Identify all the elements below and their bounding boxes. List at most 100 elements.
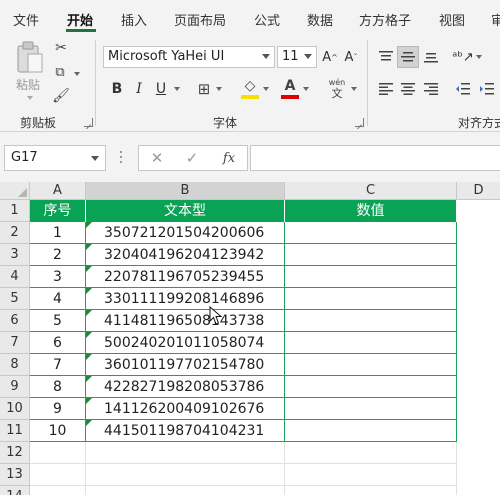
tab-data[interactable]: 数据 xyxy=(307,10,333,29)
empty-cell[interactable] xyxy=(30,464,86,486)
cell-number[interactable] xyxy=(285,310,457,332)
cell-seq[interactable]: 3 xyxy=(30,266,86,288)
cell-seq[interactable]: 4 xyxy=(30,288,86,310)
table-header-cell[interactable]: 数值 xyxy=(285,200,457,222)
empty-cell[interactable] xyxy=(285,442,457,464)
font-color-icon[interactable]: A xyxy=(281,78,299,94)
cell-text[interactable]: 141126200409102676 xyxy=(86,398,285,420)
cell-seq[interactable]: 5 xyxy=(30,310,86,332)
tab-formulas[interactable]: 公式 xyxy=(254,10,280,29)
empty-cell[interactable] xyxy=(86,464,285,486)
cell-text[interactable]: 350721201504200606 xyxy=(86,222,285,244)
cell-text[interactable]: 441501198704104231 xyxy=(86,420,285,442)
cell-number[interactable] xyxy=(285,288,457,310)
row-header[interactable]: 1 xyxy=(0,200,30,222)
fill-color-dropdown-icon[interactable] xyxy=(263,87,269,91)
row-header[interactable]: 4 xyxy=(0,266,30,288)
cell-text[interactable]: 411481196508143738 xyxy=(86,310,285,332)
orientation-dropdown-icon[interactable] xyxy=(476,55,482,59)
cell-number[interactable] xyxy=(285,420,457,442)
align-center-button[interactable] xyxy=(397,78,419,100)
orientation-button[interactable]: ᵃᵇ↗ xyxy=(452,46,474,68)
row-header[interactable]: 5 xyxy=(0,288,30,310)
underline-dropdown-icon[interactable] xyxy=(174,87,180,91)
cell-text[interactable]: 500240201011058074 xyxy=(86,332,285,354)
tab-view[interactable]: 视图 xyxy=(439,10,465,29)
cell-number[interactable] xyxy=(285,354,457,376)
empty-cell[interactable] xyxy=(285,486,457,495)
align-top-button[interactable] xyxy=(375,46,397,68)
cancel-icon[interactable]: ✕ xyxy=(149,150,165,166)
bold-button[interactable]: B xyxy=(106,78,128,100)
tab-page-layout[interactable]: 页面布局 xyxy=(174,10,226,29)
clipboard-launcher-icon[interactable] xyxy=(84,118,93,127)
row-header[interactable]: 14 xyxy=(0,486,30,495)
fill-color-icon[interactable]: ◇ xyxy=(241,78,259,94)
cell-text[interactable]: 330111199208146896 xyxy=(86,288,285,310)
formula-input[interactable] xyxy=(250,145,500,171)
cell-number[interactable] xyxy=(285,222,457,244)
row-header[interactable]: 6 xyxy=(0,310,30,332)
cell-seq[interactable]: 6 xyxy=(30,332,86,354)
table-header-cell[interactable]: 文本型 xyxy=(86,200,285,222)
name-box[interactable]: G17 xyxy=(4,145,106,171)
empty-cell[interactable] xyxy=(285,464,457,486)
tab-review[interactable]: 审 xyxy=(491,10,500,29)
tab-fangfang[interactable]: 方方格子 xyxy=(359,10,411,29)
cell-number[interactable] xyxy=(285,244,457,266)
column-header-b[interactable]: B xyxy=(86,182,285,200)
row-header[interactable]: 13 xyxy=(0,464,30,486)
border-dropdown-icon[interactable] xyxy=(216,87,222,91)
empty-cell[interactable] xyxy=(30,486,86,495)
copy-icon[interactable]: ⧉ xyxy=(52,64,68,80)
cell-seq[interactable]: 7 xyxy=(30,354,86,376)
cell-seq[interactable]: 9 xyxy=(30,398,86,420)
align-bottom-button[interactable] xyxy=(420,46,442,68)
increase-font-size-button[interactable]: A ^ xyxy=(319,46,341,68)
row-header[interactable]: 8 xyxy=(0,354,30,376)
cell-seq[interactable]: 10 xyxy=(30,420,86,442)
tab-home[interactable]: 开始 xyxy=(67,10,93,29)
cell-seq[interactable]: 2 xyxy=(30,244,86,266)
empty-cell[interactable] xyxy=(86,442,285,464)
select-all-button[interactable] xyxy=(0,182,30,200)
cell-text[interactable]: 360101197702154780 xyxy=(86,354,285,376)
row-header[interactable]: 3 xyxy=(0,244,30,266)
drag-handle-icon[interactable] xyxy=(120,151,123,165)
font-name-select[interactable]: Microsoft YaHei UI xyxy=(103,46,275,68)
align-middle-button[interactable] xyxy=(397,46,419,68)
font-size-select[interactable]: 11 xyxy=(277,46,317,68)
tab-file[interactable]: 文件 xyxy=(13,10,39,29)
table-header-cell[interactable]: 序号 xyxy=(30,200,86,222)
cell-number[interactable] xyxy=(285,332,457,354)
tab-insert[interactable]: 插入 xyxy=(121,10,147,29)
phonetic-dropdown-icon[interactable] xyxy=(351,87,357,91)
cell-number[interactable] xyxy=(285,266,457,288)
row-header[interactable]: 12 xyxy=(0,442,30,464)
cell-text[interactable]: 220781196705239455 xyxy=(86,266,285,288)
paste-button[interactable]: 粘贴 xyxy=(12,40,48,106)
align-left-button[interactable] xyxy=(375,78,397,100)
decrease-indent-button[interactable] xyxy=(452,78,474,100)
row-header[interactable]: 7 xyxy=(0,332,30,354)
phonetic-guide-button[interactable]: wén 文 xyxy=(326,78,348,102)
cell-text[interactable]: 422827198208053786 xyxy=(86,376,285,398)
font-color-dropdown-icon[interactable] xyxy=(303,87,309,91)
increase-indent-button[interactable] xyxy=(476,78,498,100)
row-header[interactable]: 11 xyxy=(0,420,30,442)
format-painter-icon[interactable]: 🖌 xyxy=(52,88,70,104)
column-header-a[interactable]: A xyxy=(30,182,86,200)
empty-cell[interactable] xyxy=(86,486,285,495)
row-header[interactable]: 2 xyxy=(0,222,30,244)
row-header[interactable]: 9 xyxy=(0,376,30,398)
empty-cell[interactable] xyxy=(30,442,86,464)
cell-seq[interactable]: 1 xyxy=(30,222,86,244)
font-launcher-icon[interactable] xyxy=(355,118,364,127)
cut-icon[interactable]: ✂ xyxy=(53,40,69,56)
row-header[interactable]: 10 xyxy=(0,398,30,420)
decrease-font-size-button[interactable]: Aˇ xyxy=(340,46,362,68)
enter-icon[interactable]: ✓ xyxy=(184,150,200,166)
italic-button[interactable]: I xyxy=(128,78,150,100)
cell-seq[interactable]: 8 xyxy=(30,376,86,398)
border-icon[interactable]: ⊞ xyxy=(196,81,212,97)
